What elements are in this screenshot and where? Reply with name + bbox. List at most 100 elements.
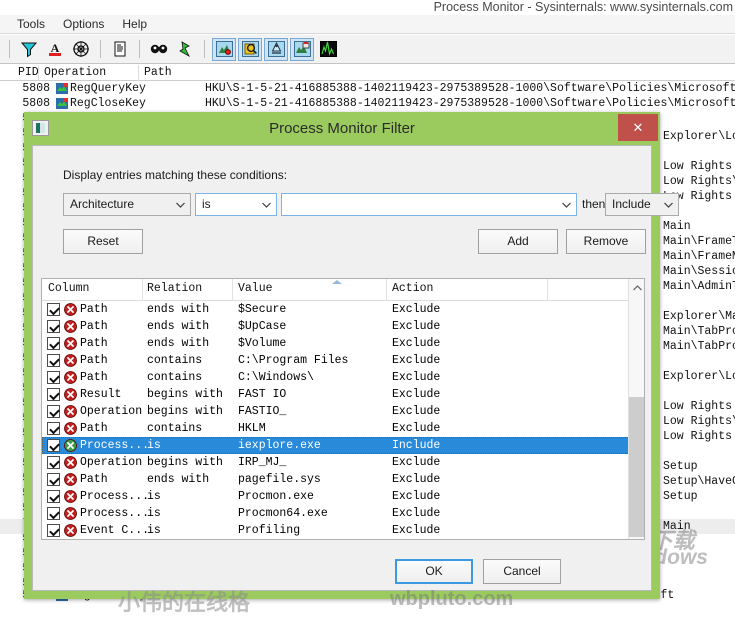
ok-button[interactable]: OK bbox=[395, 559, 473, 584]
filter-row-checkbox[interactable] bbox=[47, 303, 60, 316]
filter-row[interactable]: Resultbegins withFAST IOExclude bbox=[42, 386, 630, 403]
column-header-pid[interactable]: PID bbox=[18, 66, 39, 79]
row-pid: 5808 bbox=[6, 96, 50, 111]
find-icon[interactable] bbox=[147, 38, 171, 61]
chevron-down-icon bbox=[557, 194, 576, 215]
filter-row-relation: is bbox=[147, 505, 161, 522]
filter-row[interactable]: Process...isiexplore.exeInclude bbox=[42, 437, 630, 454]
filter-icon[interactable] bbox=[17, 38, 41, 61]
filter-row-value: iexplore.exe bbox=[238, 437, 321, 454]
process-activity-icon[interactable] bbox=[290, 38, 314, 61]
row-operation: RegQueryKey bbox=[70, 81, 146, 96]
filter-row-column: Result bbox=[80, 386, 121, 403]
exclude-icon bbox=[64, 490, 77, 503]
filter-row-checkbox[interactable] bbox=[47, 524, 60, 537]
filter-row[interactable]: Event C...isProfilingExclude bbox=[42, 522, 630, 539]
window-title: Process Monitor - Sysinternals: www.sysi… bbox=[0, 0, 735, 15]
network-activity-icon[interactable] bbox=[264, 38, 288, 61]
table-row[interactable]: 5808 RegQueryKey HKU\S-1-5-21-416885388-… bbox=[0, 81, 735, 96]
reset-button[interactable]: Reset bbox=[63, 229, 143, 254]
exclude-icon bbox=[64, 320, 77, 333]
highlight-icon[interactable]: A bbox=[43, 38, 67, 61]
chevron-down-icon bbox=[171, 194, 190, 215]
filter-row[interactable]: Operationbegins withFASTIO_Exclude bbox=[42, 403, 630, 420]
filter-row-value: pagefile.sys bbox=[238, 471, 321, 488]
filter-row-checkbox[interactable] bbox=[47, 371, 60, 384]
header-divider[interactable] bbox=[547, 279, 548, 301]
filter-row-value: FAST IO bbox=[238, 386, 286, 403]
filter-row-checkbox[interactable] bbox=[47, 456, 60, 469]
filter-row-relation: contains bbox=[147, 369, 202, 386]
file-activity-icon[interactable] bbox=[238, 38, 262, 61]
menu-item-options[interactable]: Options bbox=[54, 15, 113, 33]
header-divider[interactable] bbox=[142, 279, 143, 301]
filter-row-checkbox[interactable] bbox=[47, 320, 60, 333]
action-select[interactable]: Include bbox=[605, 193, 679, 216]
row-operation: RegCloseKey bbox=[70, 96, 146, 111]
filter-row[interactable]: Pathends with$VolumeExclude bbox=[42, 335, 630, 352]
remove-button[interactable]: Remove bbox=[566, 229, 646, 254]
scrollbar-vertical[interactable] bbox=[628, 279, 644, 539]
filter-row-action: Exclude bbox=[392, 454, 440, 471]
menu-item-help[interactable]: Help bbox=[113, 15, 156, 33]
filter-row-checkbox[interactable] bbox=[47, 337, 60, 350]
jump-icon[interactable] bbox=[173, 38, 197, 61]
copy-icon[interactable] bbox=[108, 38, 132, 61]
filter-row-column: Event C... bbox=[80, 522, 149, 539]
app-root: Process Monitor - Sysinternals: www.sysi… bbox=[0, 0, 735, 618]
filter-row[interactable]: Process...isProcmon.exeExclude bbox=[42, 488, 630, 505]
target-icon[interactable] bbox=[69, 38, 93, 61]
column-header-operation[interactable]: Operation bbox=[44, 66, 106, 79]
filter-row[interactable]: Pathends withpagefile.sysExclude bbox=[42, 471, 630, 488]
filter-column-header-relation[interactable]: Relation bbox=[147, 282, 202, 295]
sort-ascending-icon bbox=[332, 280, 342, 284]
filter-row[interactable]: Pathends with$UpCaseExclude bbox=[42, 318, 630, 335]
menu-item-tools[interactable]: Tools bbox=[8, 15, 54, 33]
table-row[interactable]: 5808 RegCloseKey HKU\S-1-5-21-416885388-… bbox=[0, 96, 735, 111]
filter-row[interactable]: Pathends with$SecureExclude bbox=[42, 301, 630, 318]
filter-row-column: Path bbox=[80, 301, 108, 318]
filter-row[interactable]: PathcontainsC:\Windows\Exclude bbox=[42, 369, 630, 386]
filter-table[interactable]: Column Relation Value Action Pathends wi… bbox=[41, 278, 645, 540]
column-header-path[interactable]: Path bbox=[144, 66, 172, 79]
add-button[interactable]: Add bbox=[478, 229, 558, 254]
filter-row-column: Operation bbox=[80, 403, 142, 420]
filter-row-relation: begins with bbox=[147, 386, 223, 403]
filter-row-value: Procmon64.exe bbox=[238, 505, 328, 522]
filter-row-checkbox[interactable] bbox=[47, 507, 60, 520]
filter-row[interactable]: Process...isskydrive.exeExclude bbox=[42, 539, 630, 540]
filter-column-header-column[interactable]: Column bbox=[48, 282, 89, 295]
header-divider[interactable] bbox=[232, 279, 233, 301]
close-icon[interactable]: ✕ bbox=[618, 114, 658, 141]
filter-row[interactable]: PathcontainsC:\Program FilesExclude bbox=[42, 352, 630, 369]
profiling-events-icon[interactable] bbox=[316, 38, 340, 61]
row-path-fragment: Main\FrameMer bbox=[663, 249, 735, 264]
cancel-button[interactable]: Cancel bbox=[483, 559, 561, 584]
conditions-label: Display entries matching these condition… bbox=[63, 168, 287, 182]
filter-row-relation: ends with bbox=[147, 471, 209, 488]
filter-row-checkbox[interactable] bbox=[47, 405, 60, 418]
filter-column-header-action[interactable]: Action bbox=[392, 282, 433, 295]
filter-row-checkbox[interactable] bbox=[47, 490, 60, 503]
registry-activity-icon[interactable] bbox=[212, 38, 236, 61]
value-input[interactable] bbox=[281, 193, 577, 216]
filter-row-checkbox[interactable] bbox=[47, 473, 60, 486]
scrollbar-thumb[interactable] bbox=[629, 397, 645, 537]
column-select[interactable]: Architecture bbox=[63, 193, 191, 216]
filter-row-checkbox[interactable] bbox=[47, 354, 60, 367]
relation-select[interactable]: is bbox=[195, 193, 277, 216]
filter-row[interactable]: PathcontainsHKLMExclude bbox=[42, 420, 630, 437]
row-path-fragment: Main bbox=[663, 519, 691, 534]
filter-column-header-value[interactable]: Value bbox=[238, 282, 273, 295]
process-monitor-filter-dialog: Process Monitor Filter ✕ Display entries… bbox=[24, 112, 660, 599]
header-divider[interactable] bbox=[386, 279, 387, 301]
filter-row[interactable]: Process...isProcmon64.exeExclude bbox=[42, 505, 630, 522]
filter-row-checkbox[interactable] bbox=[47, 439, 60, 452]
filter-row-checkbox[interactable] bbox=[47, 388, 60, 401]
filter-row-checkbox[interactable] bbox=[47, 422, 60, 435]
row-path-fragment: Setup bbox=[663, 489, 698, 504]
header-divider[interactable] bbox=[138, 65, 139, 81]
scroll-up-icon[interactable] bbox=[629, 279, 645, 296]
filter-row-action: Exclude bbox=[392, 352, 440, 369]
filter-row[interactable]: Operationbegins withIRP_MJ_Exclude bbox=[42, 454, 630, 471]
